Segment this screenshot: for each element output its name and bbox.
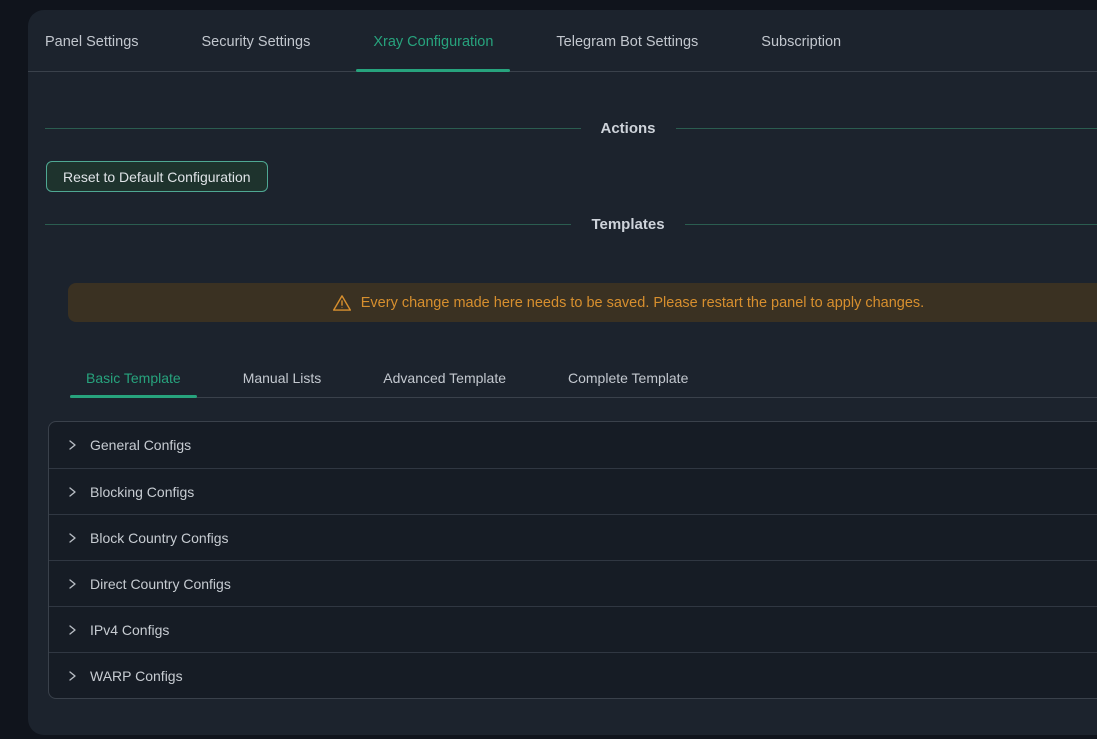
reset-to-default-button[interactable]: Reset to Default Configuration xyxy=(46,161,268,192)
main-tab-bar: Panel Settings Security Settings Xray Co… xyxy=(28,10,1097,72)
page: Panel Settings Security Settings Xray Co… xyxy=(0,0,1097,739)
chevron-right-icon xyxy=(66,486,78,498)
collapse-item-label: Direct Country Configs xyxy=(90,576,231,592)
collapse-item-direct-country-configs[interactable]: Direct Country Configs xyxy=(49,560,1097,606)
collapse-item-block-country-configs[interactable]: Block Country Configs xyxy=(49,514,1097,560)
template-collapse-list: General Configs Blocking Configs Block C… xyxy=(48,421,1097,699)
chevron-right-icon xyxy=(66,578,78,590)
actions-divider-label: Actions xyxy=(601,120,656,137)
collapse-item-label: Block Country Configs xyxy=(90,530,229,546)
collapse-item-label: General Configs xyxy=(90,437,191,453)
chevron-right-icon xyxy=(66,624,78,636)
settings-card: Panel Settings Security Settings Xray Co… xyxy=(28,10,1097,735)
template-tab-bar: Basic Template Manual Lists Advanced Tem… xyxy=(70,357,1097,398)
chevron-right-icon xyxy=(66,439,78,451)
collapse-item-label: IPv4 Configs xyxy=(90,622,169,638)
templates-divider-label: Templates xyxy=(591,216,664,233)
tab-security-settings[interactable]: Security Settings xyxy=(185,10,328,72)
tab-xray-configuration[interactable]: Xray Configuration xyxy=(356,10,510,72)
warning-triangle-icon xyxy=(332,293,352,313)
collapse-item-blocking-configs[interactable]: Blocking Configs xyxy=(49,468,1097,514)
tab-advanced-template[interactable]: Advanced Template xyxy=(367,357,522,398)
tab-panel-settings[interactable]: Panel Settings xyxy=(28,10,156,72)
warning-banner: Every change made here needs to be saved… xyxy=(68,283,1097,322)
tab-telegram-bot-settings[interactable]: Telegram Bot Settings xyxy=(539,10,715,72)
tab-basic-template[interactable]: Basic Template xyxy=(70,357,197,398)
templates-divider: Templates xyxy=(45,215,1097,233)
collapse-item-label: Blocking Configs xyxy=(90,484,194,500)
chevron-right-icon xyxy=(66,670,78,682)
collapse-item-general-configs[interactable]: General Configs xyxy=(49,422,1097,468)
collapse-item-ipv4-configs[interactable]: IPv4 Configs xyxy=(49,606,1097,652)
chevron-right-icon xyxy=(66,532,78,544)
actions-divider: Actions xyxy=(45,119,1097,137)
tab-subscription[interactable]: Subscription xyxy=(744,10,858,72)
collapse-item-warp-configs[interactable]: WARP Configs xyxy=(49,652,1097,698)
collapse-item-label: WARP Configs xyxy=(90,668,183,684)
tab-manual-lists[interactable]: Manual Lists xyxy=(227,357,338,398)
warning-text: Every change made here needs to be saved… xyxy=(361,295,924,311)
tab-complete-template[interactable]: Complete Template xyxy=(552,357,704,398)
